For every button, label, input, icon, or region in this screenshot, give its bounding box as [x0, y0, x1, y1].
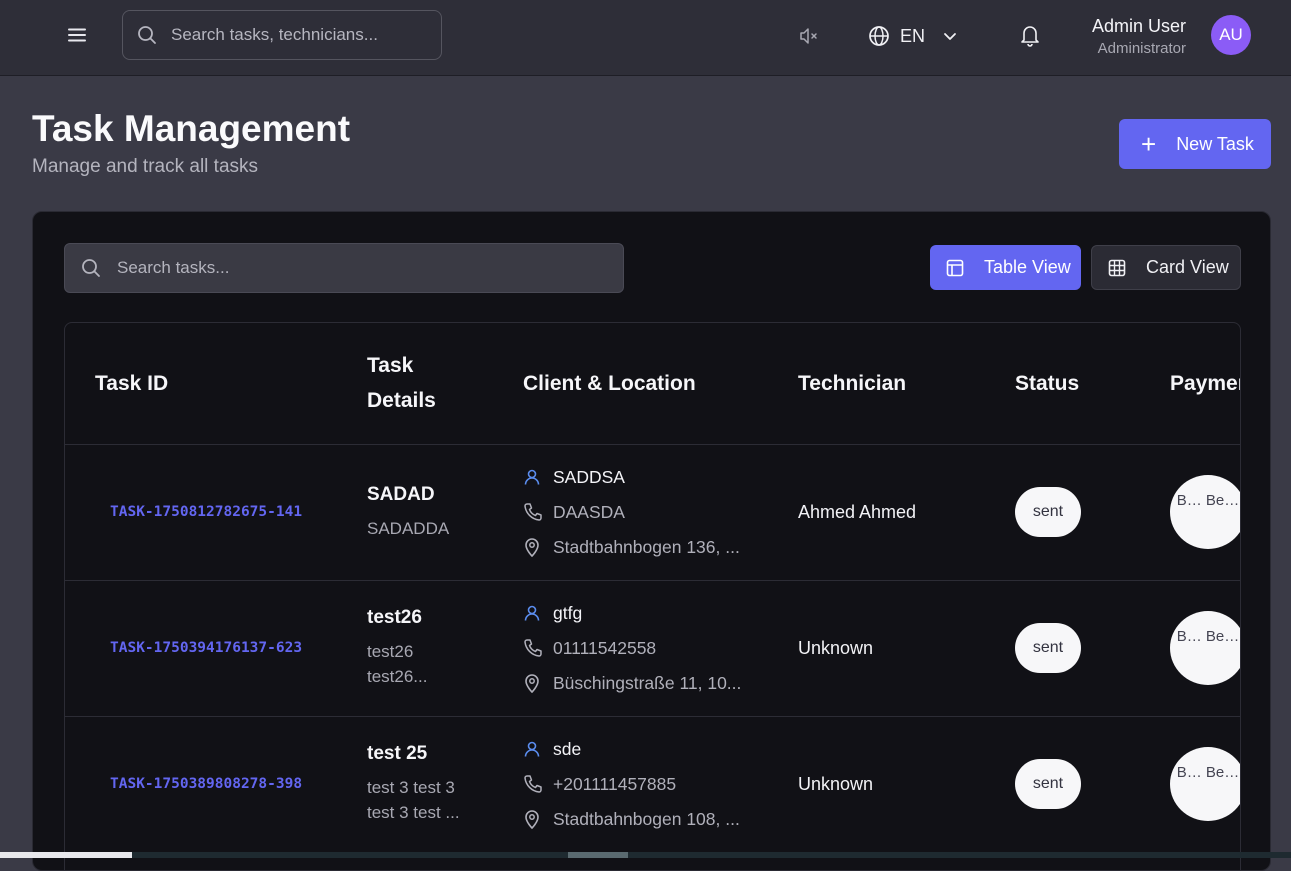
task-id-link[interactable]: TASK-1750389808278-398 [110, 776, 302, 792]
column-header-status[interactable]: Status [1015, 323, 1170, 444]
table-view-button[interactable]: Table View [930, 245, 1081, 290]
chevron-down-icon [944, 33, 956, 40]
taskbar-segment [0, 852, 132, 858]
user-icon [523, 604, 553, 622]
menu-icon [68, 28, 86, 42]
client-phone: DAASDA [553, 501, 625, 522]
payment-badge: B… Be… [1170, 611, 1240, 685]
search-icon [138, 26, 156, 44]
map-pin-icon [523, 537, 553, 557]
avatar[interactable]: AU [1211, 15, 1251, 55]
column-header-client-location[interactable]: Client & Location [523, 323, 798, 444]
payment-badge: B… Be… [1170, 747, 1240, 822]
technician-name: Ahmed Ahmed [798, 501, 917, 522]
client-phone: +201111457885 [553, 773, 677, 794]
mute-button[interactable] [797, 24, 821, 48]
language-selector[interactable]: EN [868, 22, 958, 50]
column-header-task-id[interactable]: Task ID [65, 323, 367, 444]
search-icon [82, 259, 100, 277]
client-name: gtfg [553, 602, 583, 623]
task-description: test 3 test 3 test 3 test ... [367, 778, 460, 823]
user-icon [523, 468, 553, 486]
top-bar: Search tasks, technicians... EN Admin Us… [0, 0, 1291, 76]
client-location: Büschingstraße 11, 10... [553, 672, 742, 693]
technician-name: Unknown [798, 773, 874, 794]
phone-icon [523, 638, 553, 658]
task-search-input[interactable]: Search tasks... [64, 243, 624, 293]
column-header-task-details-label: Task Details [367, 354, 436, 413]
bell-icon [1021, 26, 1039, 47]
client-phone: 01111542558 [553, 637, 657, 658]
column-header-task-details[interactable]: Task Details [367, 323, 523, 444]
table-row[interactable]: TASK-1750812782675-141 SADAD SADADDA SAD… [65, 443, 1240, 580]
table-view-label: Table View [984, 257, 1071, 277]
client-location: Stadtbahnbogen 136, ... [553, 536, 740, 557]
taskbar-strip [0, 852, 1291, 858]
status-badge: sent [1015, 487, 1081, 537]
menu-button[interactable] [62, 20, 92, 50]
taskbar-segment [568, 852, 628, 858]
client-location: Stadtbahnbogen 108, ... [553, 808, 740, 829]
notifications-button[interactable] [1019, 23, 1041, 47]
table-header-row: Task ID Task Details Client & Location T… [65, 323, 1240, 444]
status-badge: sent [1015, 759, 1081, 810]
payment-badge: B… Be… [1170, 475, 1240, 549]
column-header-payment[interactable]: Payment [1170, 323, 1240, 444]
phone-icon [523, 502, 553, 522]
new-task-label: New Task [1176, 133, 1254, 154]
global-search-placeholder: Search tasks, technicians... [171, 25, 378, 44]
status-badge: sent [1015, 623, 1081, 673]
column-header-technician[interactable]: Technician [798, 323, 1015, 444]
grid-icon [1108, 259, 1126, 276]
card-view-label: Card View [1146, 257, 1229, 277]
task-description: test26 test26... [367, 642, 428, 686]
task-description: SADADDA [367, 518, 450, 538]
user-icon [523, 740, 553, 758]
page-title: Task Management [32, 108, 351, 149]
volume-mute-icon [800, 28, 817, 44]
task-title: test 25 [367, 743, 428, 765]
task-search-placeholder: Search tasks... [117, 258, 230, 277]
card-view-button[interactable]: Card View [1091, 245, 1241, 290]
table-row[interactable]: TASK-1750389808278-398 test 25 test 3 te… [65, 715, 1240, 852]
map-pin-icon [523, 809, 553, 830]
task-id-link[interactable]: TASK-1750394176137-623 [110, 640, 302, 656]
tasks-panel: Search tasks... Table View Card View Tas… [32, 211, 1271, 871]
new-task-button[interactable]: + New Task [1119, 119, 1271, 169]
client-name: sde [553, 738, 582, 759]
user-name: Admin User [1091, 16, 1186, 36]
phone-icon [523, 774, 553, 794]
technician-name: Unknown [798, 637, 874, 658]
page-subtitle: Manage and track all tasks [32, 156, 259, 177]
task-title: SADAD [367, 483, 435, 505]
user-role: Administrator [1097, 40, 1186, 57]
task-id-link[interactable]: TASK-1750812782675-141 [110, 504, 302, 520]
table-row[interactable]: TASK-1750394176137-623 test26 test26 tes… [65, 579, 1240, 716]
language-code: EN [900, 25, 926, 46]
task-title: test26 [367, 607, 422, 628]
plus-icon: + [1141, 129, 1157, 159]
map-pin-icon [523, 673, 553, 693]
table-icon [946, 259, 964, 276]
global-search-input[interactable]: Search tasks, technicians... [122, 10, 442, 60]
tasks-table: Task ID Task Details Client & Location T… [64, 322, 1241, 870]
globe-icon [869, 26, 889, 46]
client-name: SADDSA [553, 466, 625, 487]
